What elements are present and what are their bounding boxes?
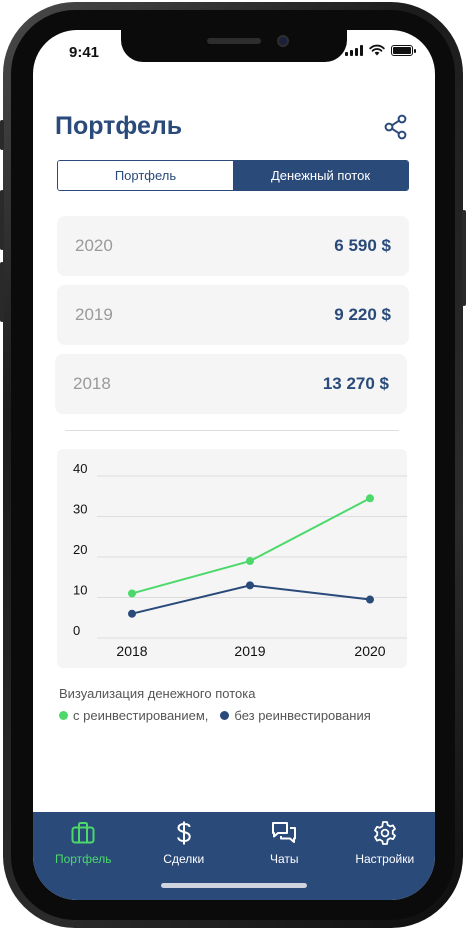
x-tick-label: 2020: [354, 643, 385, 659]
tab-portfolio[interactable]: Портфель: [58, 161, 233, 190]
signal-icon: [345, 44, 363, 56]
series-line-0: [131, 497, 371, 595]
y-tick-label: 10: [73, 583, 87, 598]
year-card[interactable]: 2018 13 270 $: [55, 354, 407, 414]
y-tick-label: 20: [73, 542, 87, 557]
briefcase-icon: [71, 822, 95, 844]
gear-icon: [373, 821, 396, 845]
legend-item-reinvest: с реинвестированием,: [59, 708, 208, 723]
series-line-1: [131, 584, 371, 615]
power-button: [462, 210, 466, 306]
legend-label: без реинвестирования: [234, 708, 371, 723]
legend-dot: [59, 711, 68, 720]
x-tick-label: 2019: [234, 643, 265, 659]
chat-icon: [272, 822, 297, 843]
legend-title: Визуализация денежного потока: [59, 686, 256, 701]
year-amount: 6 590 $: [334, 236, 391, 255]
divider: [65, 430, 399, 431]
camera: [277, 35, 289, 47]
data-point: [128, 609, 136, 618]
page-title: Портфель: [55, 112, 183, 140]
year-amount: 9 220 $: [334, 305, 391, 324]
year-card[interactable]: 2020 6 590 $: [57, 216, 409, 276]
tab-cash-flow[interactable]: Денежный поток: [233, 161, 408, 190]
battery-icon: [391, 44, 416, 56]
volume-button: [0, 120, 4, 150]
speaker: [207, 38, 261, 44]
app-screen: 9:41 Портфель Портфель Денежный поток 20…: [33, 30, 435, 900]
y-tick-label: 30: [73, 502, 87, 517]
data-point: [366, 595, 374, 604]
volume-button: [0, 262, 4, 322]
y-tick-label: 40: [73, 461, 87, 476]
tabbar-item-deals[interactable]: Сделки: [134, 820, 235, 900]
dollar-icon: [177, 821, 191, 845]
legend-item-no-reinvest: без реинвестирования: [220, 708, 371, 723]
tabbar-item-portfolio[interactable]: Портфель: [33, 820, 134, 900]
legend-dot: [220, 711, 230, 720]
data-point: [246, 581, 254, 590]
year-label: 2020: [75, 236, 113, 255]
cash-flow-chart: 40 30 20 10 0 2018 2019 2020: [57, 449, 407, 668]
y-tick-label: 0: [73, 623, 80, 638]
data-point: [246, 557, 254, 566]
share-icon: [384, 114, 407, 140]
share-button[interactable]: [383, 114, 409, 140]
status-time: 9:41: [69, 44, 100, 61]
tabbar-label: Чаты: [269, 852, 299, 866]
volume-button: [0, 190, 4, 250]
chart-canvas: 40 30 20 10 0 2018 2019 2020: [73, 461, 407, 659]
data-point: [366, 494, 374, 503]
wifi-icon: [369, 44, 385, 56]
data-point: [128, 589, 136, 598]
chart-legend: с реинвестированием, без реинвестировани…: [59, 708, 383, 723]
x-tick-label: 2018: [116, 643, 147, 659]
year-amount: 13 270 $: [322, 374, 389, 393]
tabbar-label: Сделки: [163, 852, 205, 866]
notch: [121, 30, 347, 62]
year-card[interactable]: 2019 9 220 $: [57, 285, 409, 345]
year-label: 2019: [75, 305, 113, 324]
view-segmented-control: Портфель Денежный поток: [57, 160, 409, 191]
year-label: 2018: [73, 374, 111, 393]
status-icons: [345, 44, 416, 56]
legend-label: с реинвестированием,: [73, 708, 209, 723]
home-indicator: [161, 883, 307, 888]
tabbar-label: Портфель: [54, 852, 112, 866]
tabbar-item-chats[interactable]: Чаты: [234, 820, 335, 900]
tabbar-label: Настройки: [355, 852, 415, 866]
tabbar-item-settings[interactable]: Настройки: [335, 820, 436, 900]
